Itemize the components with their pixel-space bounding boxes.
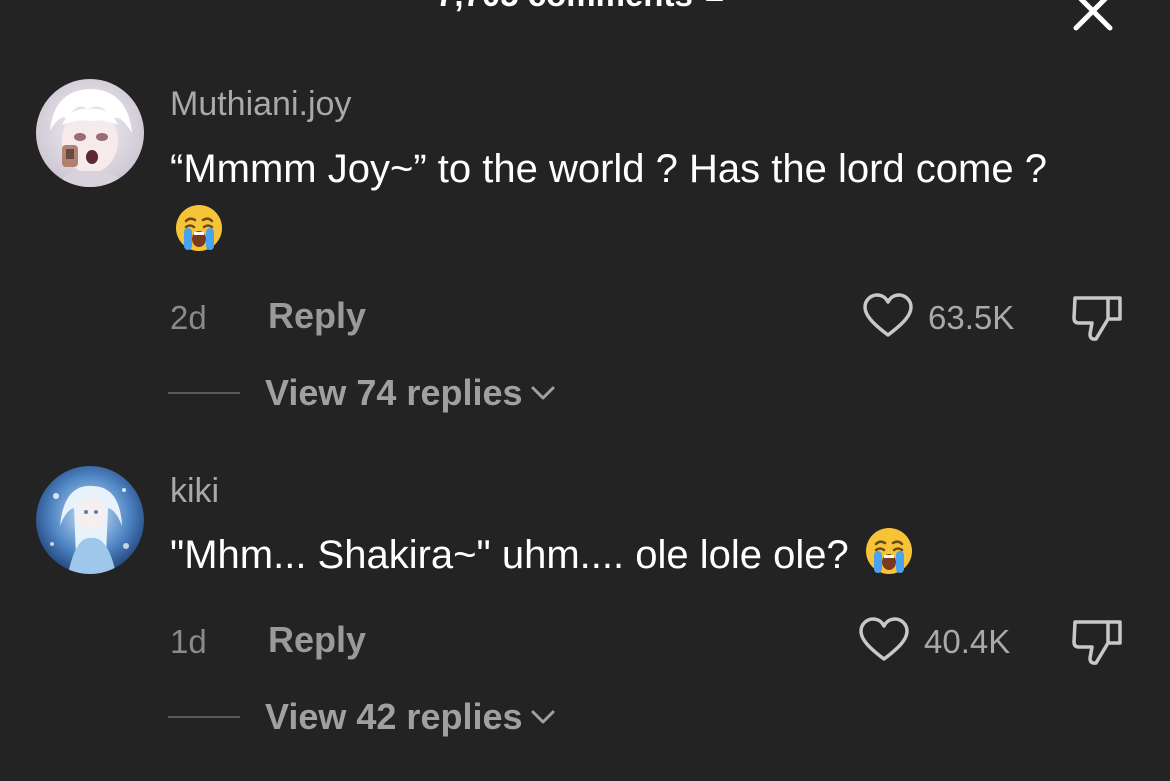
loudly-crying-face-icon <box>176 205 222 251</box>
thumbs-down-icon <box>1072 296 1122 341</box>
anime-avatar-white-hair-icon <box>36 79 144 187</box>
comment-username[interactable]: kiki <box>170 472 219 511</box>
reply-button[interactable]: Reply <box>268 295 366 337</box>
replies-divider <box>168 716 240 718</box>
comments-count-label: 7,705 comments <box>436 0 693 13</box>
like-count: 40.4K <box>924 623 1011 660</box>
comments-header: 7,705 comments = <box>0 0 1170 40</box>
replies-divider <box>168 392 240 394</box>
view-replies-button[interactable]: View 42 replies <box>265 696 557 738</box>
comment-timestamp: 1d <box>170 623 207 660</box>
close-icon <box>1073 0 1113 31</box>
comments-count-title: 7,705 comments = <box>436 0 724 14</box>
like-button[interactable] <box>862 293 914 339</box>
filter-icon[interactable]: = <box>705 0 724 13</box>
view-replies-label: View 74 replies <box>265 372 523 413</box>
dislike-button[interactable] <box>1070 293 1124 343</box>
heart-icon <box>863 293 913 337</box>
reply-button[interactable]: Reply <box>268 619 366 661</box>
comment-text: “Mmmm Joy~” to the world ? Has the lord … <box>170 138 1100 264</box>
comment-text: "Mhm... Shakira~" uhm.... ole lole ole? <box>170 524 1130 587</box>
view-replies-label: View 42 replies <box>265 696 523 737</box>
chevron-down-icon <box>531 710 555 724</box>
dislike-button[interactable] <box>1070 617 1124 667</box>
chevron-down-icon <box>531 386 555 400</box>
avatar[interactable] <box>36 79 144 187</box>
thumbs-down-icon <box>1072 620 1122 665</box>
view-replies-button[interactable]: View 74 replies <box>265 372 557 414</box>
comment-timestamp: 2d <box>170 299 207 336</box>
loudly-crying-face-icon <box>865 528 912 574</box>
comment-username[interactable]: Muthiani.joy <box>170 85 351 124</box>
avatar[interactable] <box>36 466 144 574</box>
heart-icon <box>859 617 909 661</box>
like-count: 63.5K <box>928 299 1015 336</box>
comment-text-body: “Mmmm Joy~” to the world ? Has the lord … <box>170 147 1047 191</box>
anime-avatar-blue-icon <box>36 466 144 574</box>
like-button[interactable] <box>858 617 910 663</box>
close-button[interactable] <box>1068 0 1118 36</box>
comment-text-body: "Mhm... Shakira~" uhm.... ole lole ole? <box>170 533 849 577</box>
